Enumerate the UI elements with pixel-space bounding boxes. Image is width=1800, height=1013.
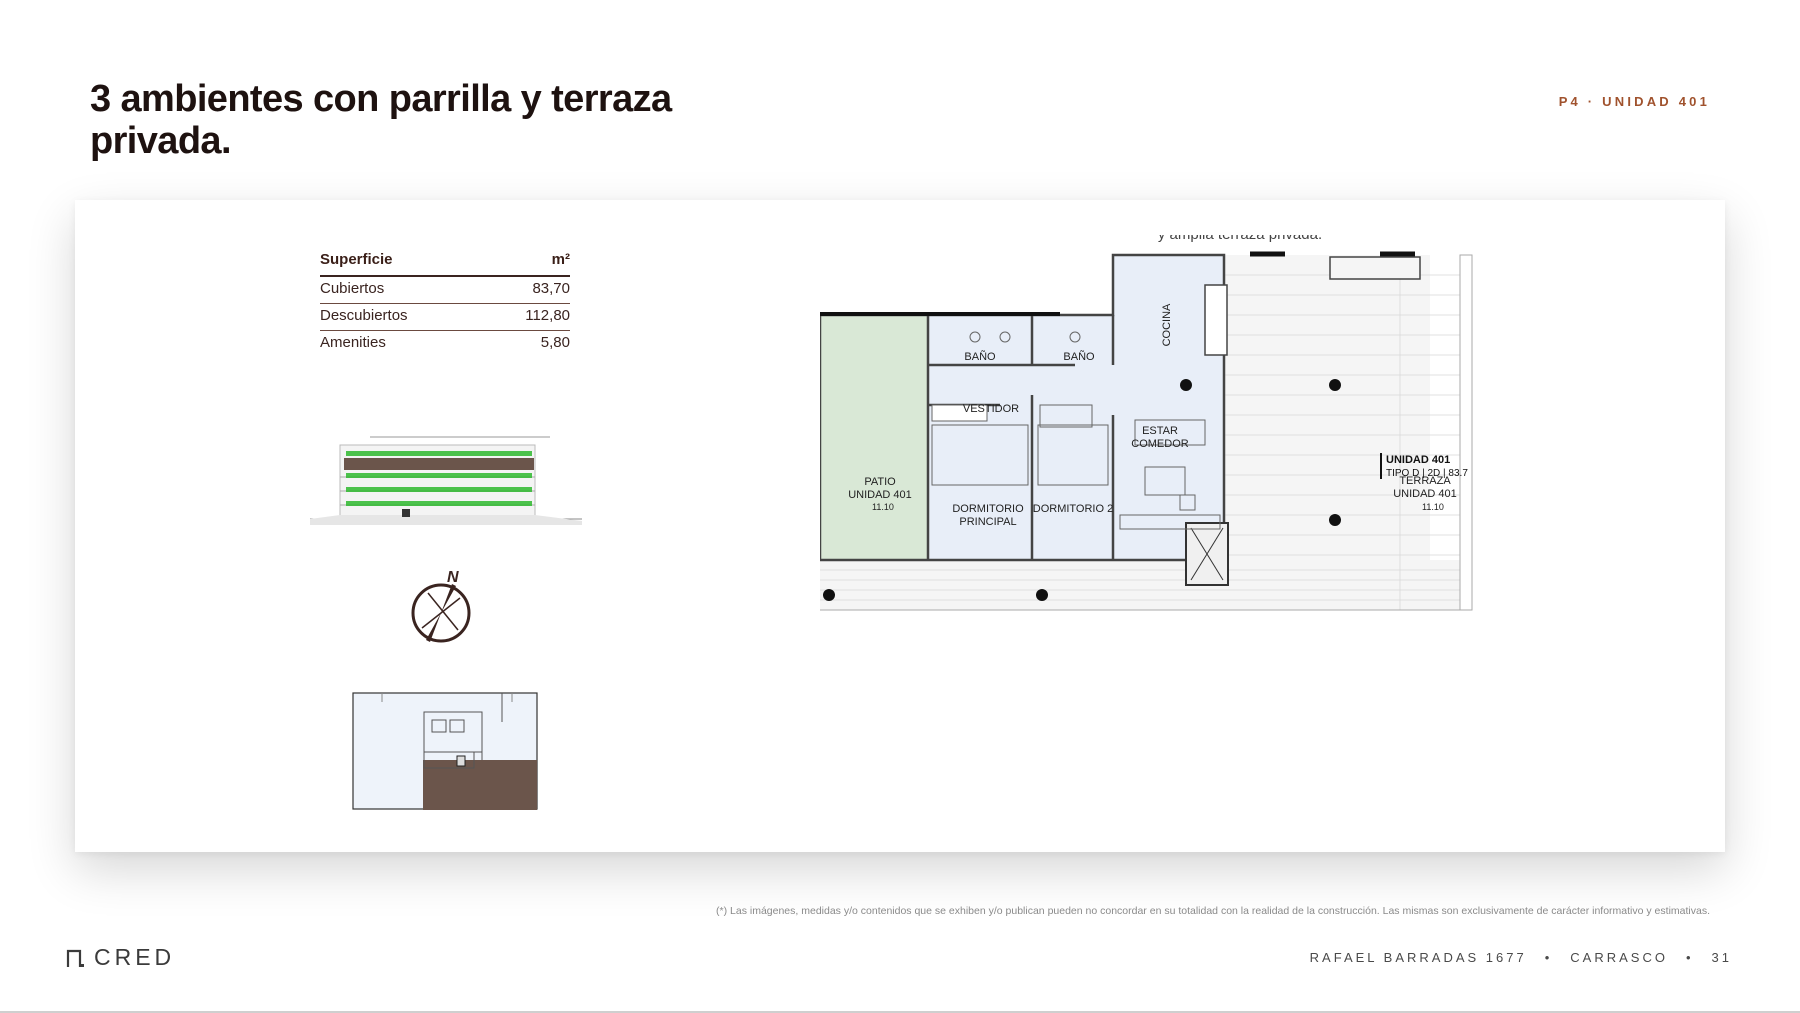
footer-area: CARRASCO	[1570, 950, 1668, 965]
footer-address: RAFAEL BARRADAS 1677	[1309, 950, 1527, 965]
unit-type-label: TIPO D | 2D | 83.7	[1386, 468, 1468, 479]
surface-row-label: Descubiertos	[320, 307, 408, 324]
surface-row-value: 83,70	[532, 280, 570, 297]
room-label: PRINCIPAL	[959, 516, 1016, 528]
room-label: COCINA	[1161, 303, 1173, 346]
room-label: UNIDAD 401	[848, 489, 912, 501]
surface-table-header: Superficie m²	[320, 248, 570, 277]
room-label: DORMITORIO 2	[1033, 503, 1113, 515]
surface-header-unit: m²	[551, 251, 570, 268]
floor-plan-cropped-caption: y amplia terraza privada.	[1158, 235, 1322, 243]
floor-plan-image: y amplia terraza privada.	[820, 235, 1473, 611]
building-elevation-image	[310, 436, 582, 525]
disclaimer-text: (*) Las imágenes, medidas y/o contenidos…	[716, 905, 1710, 917]
page-title: 3 ambientes con parrilla y terraza priva…	[90, 78, 672, 162]
surface-header-label: Superficie	[320, 251, 393, 268]
logo-text: CRED	[94, 944, 176, 970]
unit-tag: P4 · UNIDAD 401	[1558, 94, 1710, 109]
footer-info: RAFAEL BARRADAS 1677 • CARRASCO • 31	[1310, 950, 1732, 965]
surface-row: Cubiertos 83,70	[320, 277, 570, 304]
compass-label: N	[447, 569, 459, 586]
level-marker: 11.10	[872, 502, 894, 512]
cred-logo: CRED	[66, 944, 175, 971]
footer-separator: •	[1685, 950, 1694, 965]
room-label: ESTAR	[1142, 425, 1178, 437]
room-label: VESTIDOR	[963, 403, 1019, 415]
room-label: BAÑO	[964, 350, 996, 363]
cred-logo-icon	[66, 949, 84, 967]
surface-row-label: Cubiertos	[320, 280, 385, 297]
surface-row: Descubiertos 112,80	[320, 304, 570, 331]
room-label: COMEDOR	[1131, 438, 1189, 450]
level-marker: 11.10	[1422, 502, 1444, 512]
compass-icon: N	[411, 569, 471, 643]
footer-separator: •	[1544, 950, 1553, 965]
room-label: DORMITORIO	[952, 503, 1024, 515]
surface-table: Superficie m² Cubiertos 83,70 Descubiert…	[320, 248, 570, 357]
content-card: Superficie m² Cubiertos 83,70 Descubiert…	[75, 200, 1725, 852]
unit-label: UNIDAD 401	[1386, 454, 1450, 466]
surface-row-value: 112,80	[525, 307, 570, 324]
page-number: 31	[1711, 950, 1732, 965]
room-label: BAÑO	[1063, 350, 1095, 363]
key-plan-image	[352, 692, 538, 810]
surface-row-label: Amenities	[320, 334, 386, 351]
surface-row: Amenities 5,80	[320, 331, 570, 357]
room-label: PATIO	[864, 476, 896, 488]
surface-row-value: 5,80	[540, 334, 570, 351]
room-label: UNIDAD 401	[1393, 488, 1457, 500]
